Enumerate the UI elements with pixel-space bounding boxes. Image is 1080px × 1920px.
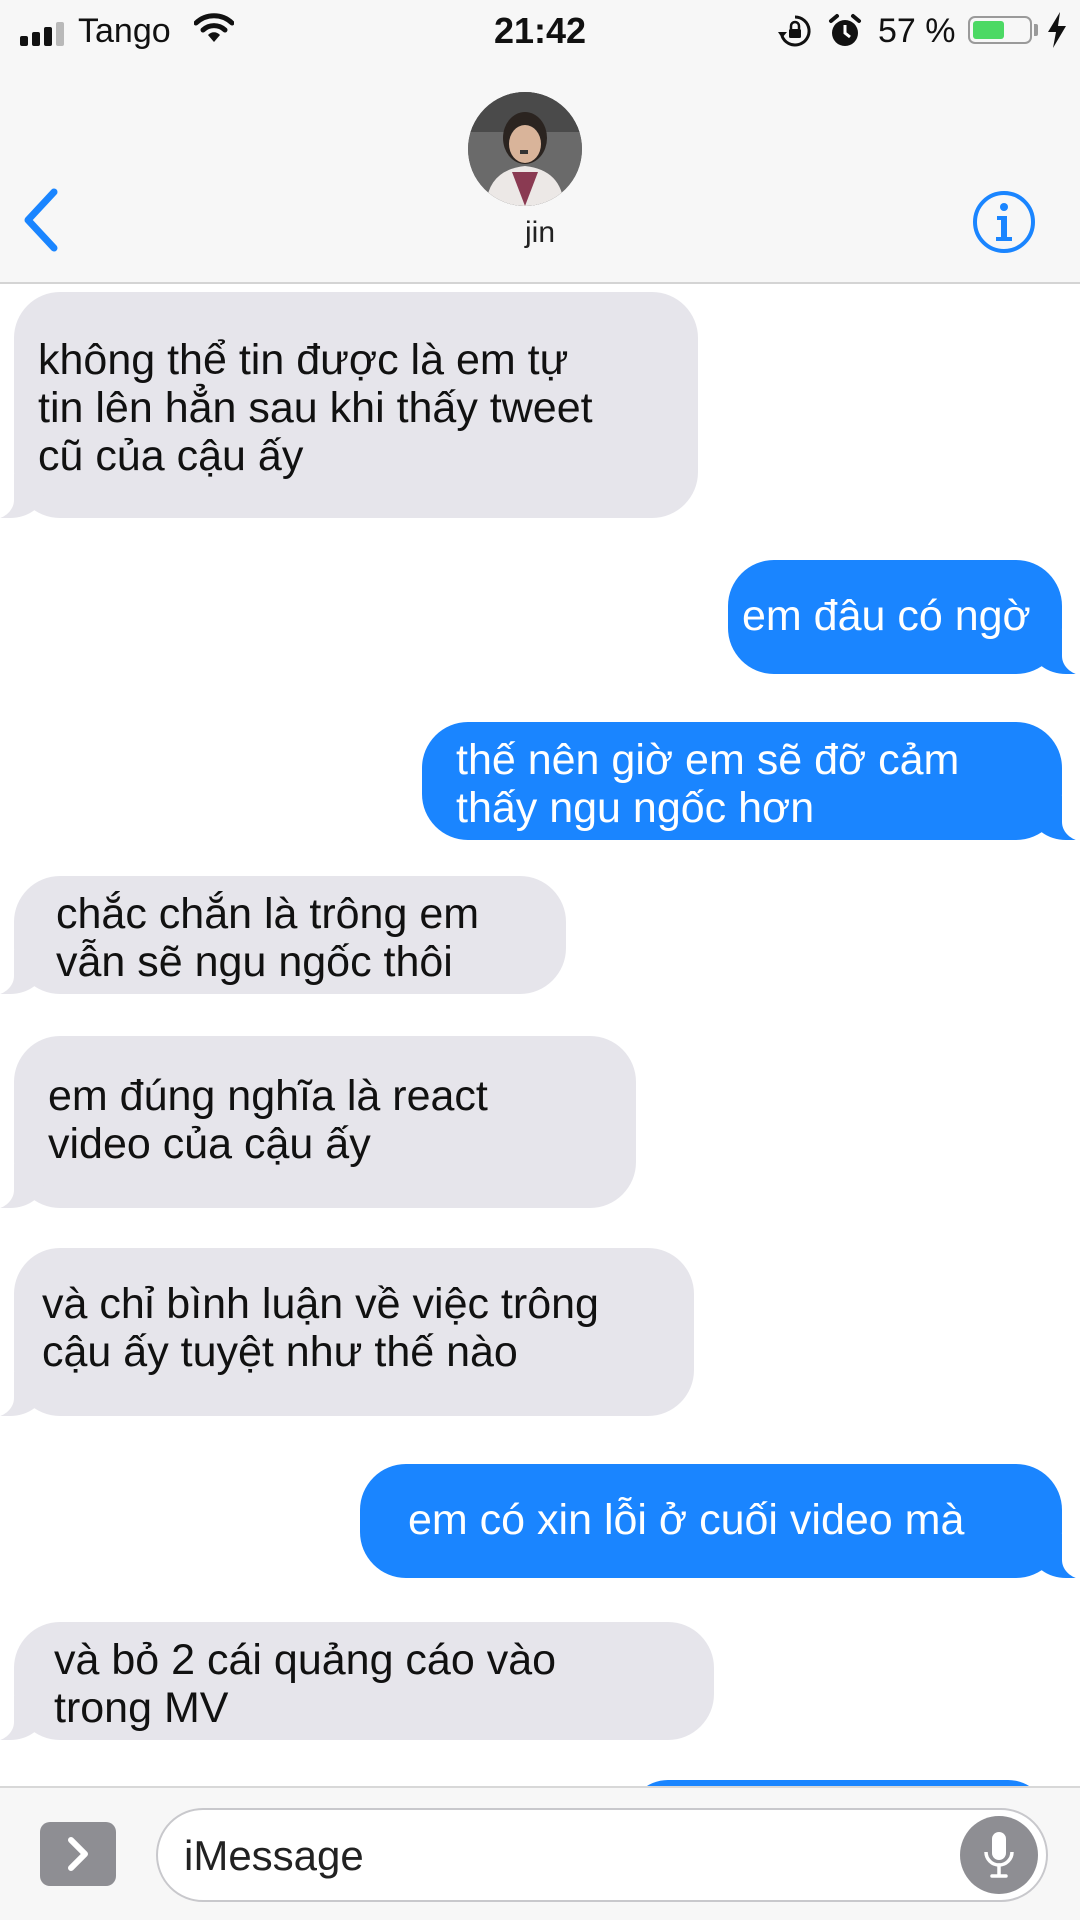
- message-thread[interactable]: không thể tin được là em tự tin lên hẳn …: [0, 284, 1080, 1786]
- status-bar: Tango 21:42 57 %: [0, 0, 1080, 62]
- microphone-button[interactable]: [960, 1816, 1038, 1894]
- avatar-photo: [468, 92, 582, 206]
- message-bubble-incoming[interactable]: và bỏ 2 cái quảng cáo vào trong MV: [0, 1622, 714, 1742]
- message-input[interactable]: [182, 1820, 886, 1892]
- info-icon[interactable]: [972, 190, 1036, 254]
- message-bubble-outgoing[interactable]: em có xin lỗi ở cuối video mà: [360, 1464, 1080, 1580]
- conversation-header: jin: [0, 62, 1080, 284]
- message-bubble-incoming[interactable]: em đúng nghĩa là react video của cậu ấy: [0, 1036, 636, 1210]
- message-bubble-incoming[interactable]: và chỉ bình luận về việc trông cậu ấy tu…: [0, 1248, 694, 1418]
- message-bubble-incoming[interactable]: không thể tin được là em tự tin lên hẳn …: [0, 292, 698, 520]
- message-bubble-outgoing[interactable]: thế nên giờ em sẽ đỡ cảm thấy ngu ngốc h…: [422, 722, 1080, 842]
- message-field[interactable]: [156, 1808, 1048, 1902]
- rotation-lock-icon: [778, 15, 811, 47]
- alarm-icon: [829, 14, 861, 46]
- microphone-icon: [984, 1832, 1014, 1878]
- battery-icon: [968, 16, 1032, 44]
- apps-button[interactable]: [40, 1822, 116, 1886]
- battery-percentage: 57 %: [878, 12, 956, 50]
- avatar[interactable]: [468, 92, 582, 206]
- charging-bolt-icon: [1048, 12, 1066, 48]
- battery-cap: [1034, 24, 1038, 36]
- chevron-right-icon: [68, 1837, 88, 1871]
- message-bubble-incoming[interactable]: chắc chắn là trông em vẫn sẽ ngu ngốc th…: [0, 876, 566, 996]
- battery-level-fill: [973, 21, 1004, 39]
- contact-name[interactable]: jin: [0, 216, 1080, 250]
- message-bubble-outgoing[interactable]: em đâu có ngờ: [728, 560, 1080, 676]
- message-input-bar: [0, 1786, 1080, 1920]
